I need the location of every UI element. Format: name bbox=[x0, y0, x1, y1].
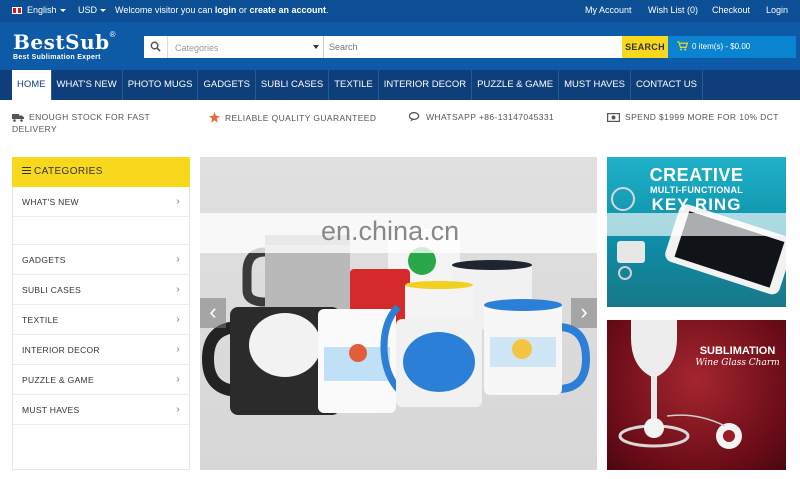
uk-flag-icon bbox=[12, 7, 22, 14]
feature-spend-text: SPEND $1999 MORE FOR 10% DCT bbox=[625, 112, 779, 122]
category-item-label: TEXTILE bbox=[22, 315, 59, 325]
top-bar: English USD Welcome visitor you can logi… bbox=[0, 0, 800, 22]
truck-icon bbox=[12, 113, 24, 124]
categories-title: CATEGORIES bbox=[34, 166, 103, 177]
chevron-down-icon bbox=[313, 45, 319, 49]
watermark-band bbox=[607, 213, 786, 236]
cart-summary: 0 item(s) - $0.00 bbox=[692, 42, 751, 51]
nav-tab-gadgets[interactable]: GADGETS bbox=[198, 70, 256, 100]
watermark-band: en.china.cn bbox=[200, 213, 597, 253]
nav-tab-puzzle-game[interactable]: PUZZLE & GAME bbox=[472, 70, 560, 100]
currency-label: USD bbox=[78, 5, 98, 15]
feature-stock-text: ENOUGH STOCK FOR FAST bbox=[29, 112, 151, 122]
search-input[interactable] bbox=[324, 36, 622, 58]
chevron-down-icon bbox=[100, 9, 107, 12]
feature-spend: SPEND $1999 MORE FOR 10% DCT bbox=[607, 112, 779, 124]
key-ring-banner[interactable]: CREATIVE MULTI-FUNCTIONAL KEY RING bbox=[607, 157, 786, 307]
nav-tab-must-haves[interactable]: MUST HAVES bbox=[559, 70, 632, 100]
chevron-right-icon: › bbox=[176, 374, 180, 385]
nav-tab-subli-cases[interactable]: SUBLI CASES bbox=[256, 70, 330, 100]
nav-tab-interior-decor[interactable]: INTERIOR DECOR bbox=[379, 70, 473, 100]
feature-strip: ENOUGH STOCK FOR FAST DELIVERY RELIABLE Q… bbox=[0, 100, 800, 143]
create-account-link[interactable]: create an account bbox=[249, 5, 326, 15]
language-label: English bbox=[27, 5, 57, 15]
search-bar: Categories SEARCH bbox=[144, 36, 668, 58]
mugs-image bbox=[201, 229, 591, 415]
search-icon bbox=[144, 36, 168, 58]
feature-stock-text-2: DELIVERY bbox=[12, 124, 58, 134]
welcome-text: Welcome visitor you can bbox=[115, 5, 213, 15]
wish-list-link[interactable]: Wish List (0) bbox=[648, 5, 698, 15]
banner-title-key-ring: KEY RING bbox=[651, 195, 742, 214]
category-item-label: SUBLI CASES bbox=[22, 285, 82, 295]
feature-quality: RELIABLE QUALITY GUARANTEED bbox=[209, 112, 376, 125]
banner-subtitle-multifunctional: MULTI-FUNCTIONAL bbox=[649, 185, 744, 195]
slider-next-button[interactable]: › bbox=[571, 298, 597, 328]
category-item-gadgets[interactable]: GADGETS › bbox=[13, 245, 189, 275]
period-text: . bbox=[325, 5, 329, 15]
checkout-link[interactable]: Checkout bbox=[712, 5, 750, 15]
login-top-link[interactable]: Login bbox=[766, 5, 788, 15]
nav-tab-whats-new[interactable]: WHAT'S NEW bbox=[52, 70, 123, 100]
category-item-interior-decor[interactable]: INTERIOR DECOR › bbox=[13, 335, 189, 365]
category-item-label: PUZZLE & GAME bbox=[22, 375, 94, 385]
category-item-label: INTERIOR DECOR bbox=[22, 345, 100, 355]
feature-whatsapp-text: WHATSAPP +86-13147045331 bbox=[426, 112, 555, 122]
registered-mark: ® bbox=[109, 30, 116, 39]
category-item-whats-new[interactable]: WHAT'S NEW › bbox=[13, 187, 189, 217]
feature-stock: ENOUGH STOCK FOR FAST DELIVERY bbox=[12, 112, 150, 134]
welcome-message: Welcome visitor you can login or create … bbox=[115, 5, 328, 15]
wine-glass-image bbox=[618, 320, 742, 449]
category-item-blank bbox=[13, 217, 189, 245]
category-item-must-haves[interactable]: MUST HAVES › bbox=[13, 395, 189, 425]
currency-selector[interactable]: USD bbox=[78, 5, 107, 15]
menu-icon bbox=[22, 167, 31, 174]
feature-whatsapp: WHATSAPP +86-13147045331 bbox=[408, 111, 555, 124]
slider-prev-button[interactable]: ‹ bbox=[200, 298, 226, 328]
nav-tab-photo-mugs[interactable]: PHOTO MUGS bbox=[123, 70, 199, 100]
nav-tab-textile[interactable]: TEXTILE bbox=[329, 70, 379, 100]
login-link[interactable]: login bbox=[215, 5, 237, 15]
money-icon bbox=[607, 113, 621, 124]
banner-subtitle-wine-glass-charm: Wine Glass Charm bbox=[695, 358, 780, 368]
wine-charm-banner[interactable]: SUBLIMATION Wine Glass Charm bbox=[607, 320, 786, 470]
language-selector[interactable]: English bbox=[12, 5, 66, 15]
star-icon bbox=[209, 112, 220, 125]
categories-header: CATEGORIES bbox=[12, 157, 190, 187]
nav-tab-home[interactable]: HOME bbox=[12, 70, 52, 100]
cart-button[interactable]: 0 item(s) - $0.00 bbox=[668, 36, 796, 58]
logo[interactable]: BestSub® Best Sublimation Expert bbox=[13, 30, 116, 61]
banner-title-creative: CREATIVE bbox=[649, 165, 744, 185]
chevron-right-icon: › bbox=[176, 284, 180, 295]
chevron-right-icon: › bbox=[176, 344, 180, 355]
or-text: or bbox=[238, 5, 247, 15]
chevron-right-icon: › bbox=[176, 404, 180, 415]
brand-name: BestSub bbox=[13, 30, 110, 54]
category-item-label: MUST HAVES bbox=[22, 405, 80, 415]
category-item-subli-cases[interactable]: SUBLI CASES › bbox=[13, 275, 189, 305]
chevron-right-icon: › bbox=[176, 314, 180, 325]
hero-slider[interactable]: en.china.cn ‹ › bbox=[200, 157, 597, 470]
my-account-link[interactable]: My Account bbox=[585, 5, 632, 15]
chevron-right-icon: › bbox=[176, 196, 180, 207]
watermark-text: en.china.cn bbox=[321, 216, 460, 246]
feature-quality-text: RELIABLE QUALITY GUARANTEED bbox=[225, 113, 377, 123]
category-item-label: GADGETS bbox=[22, 255, 66, 265]
categories-panel: CATEGORIES WHAT'S NEW › GADGETS › SUBLI CA… bbox=[12, 157, 190, 470]
brand-tagline: Best Sublimation Expert bbox=[13, 54, 101, 61]
category-select[interactable]: Categories bbox=[168, 36, 324, 58]
category-item-puzzle-game[interactable]: PUZZLE & GAME › bbox=[13, 365, 189, 395]
chat-icon bbox=[408, 111, 421, 124]
main-nav: HOME WHAT'S NEW PHOTO MUGS GADGETS SUBLI… bbox=[0, 70, 800, 100]
chevron-right-icon: › bbox=[176, 254, 180, 265]
category-item-textile[interactable]: TEXTILE › bbox=[13, 305, 189, 335]
category-select-value: Categories bbox=[175, 43, 219, 53]
category-item-label: WHAT'S NEW bbox=[22, 197, 79, 207]
header: BestSub® Best Sublimation Expert Categor… bbox=[0, 22, 800, 70]
chevron-down-icon bbox=[59, 9, 66, 12]
cart-icon bbox=[677, 41, 689, 51]
nav-tab-contact-us[interactable]: CONTACT US bbox=[631, 70, 703, 100]
banner-title-sublimation: SUBLIMATION bbox=[699, 345, 776, 357]
search-button[interactable]: SEARCH bbox=[622, 36, 668, 58]
